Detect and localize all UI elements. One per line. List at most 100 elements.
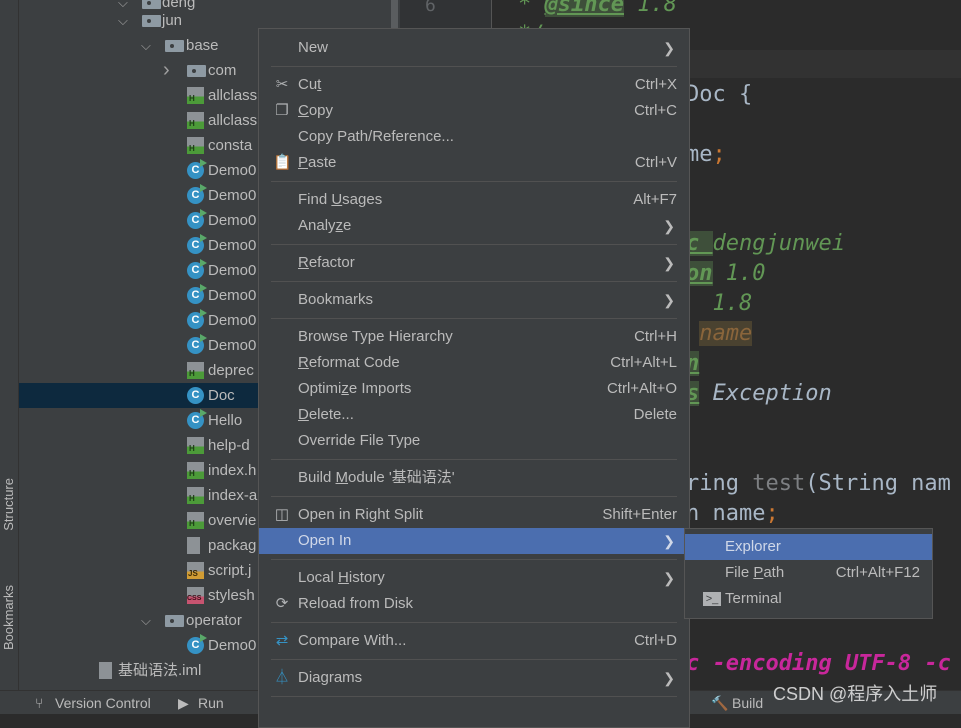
menu-item-label: Cut bbox=[298, 76, 322, 93]
menu-separator bbox=[271, 559, 677, 560]
html-file-icon: H bbox=[187, 437, 204, 454]
menu-item-local-history[interactable]: Local HistoryLocal H❯ bbox=[259, 565, 689, 591]
menu-item-new[interactable]: New ❯ bbox=[259, 35, 689, 61]
menu-item-copy-path-reference[interactable]: Copy Path/Reference... bbox=[259, 124, 689, 150]
bookmarks-tool-button[interactable]: Bookmarks bbox=[1, 585, 16, 650]
hammer-icon: 🔨 bbox=[711, 695, 729, 711]
code-token: 1.0 bbox=[712, 261, 766, 286]
chevron-down-icon[interactable]: ⌵ bbox=[118, 8, 128, 33]
html-file-icon: H bbox=[187, 112, 204, 129]
compare-icon: ⇄ bbox=[275, 632, 289, 649]
html-file-icon: H bbox=[187, 487, 204, 504]
code-line: ring test(String nam bbox=[686, 469, 951, 499]
terminal-icon: >_ bbox=[703, 592, 721, 606]
js-file-icon: JS bbox=[187, 562, 204, 579]
menu-item-paste[interactable]: 📋PastePCtrl+V bbox=[259, 150, 689, 176]
menu-item-compare-with[interactable]: ⇄ Compare With... Ctrl+D bbox=[259, 628, 689, 654]
chevron-right-icon: ❯ bbox=[663, 570, 675, 586]
chevron-right-icon: ❯ bbox=[663, 670, 675, 686]
code-token: (String nam bbox=[805, 471, 951, 496]
menu-separator bbox=[271, 459, 677, 460]
run-file-icon: C bbox=[187, 209, 207, 229]
menu-item-terminal[interactable]: >_ Terminal bbox=[685, 586, 932, 612]
shortcut-label: Ctrl+X bbox=[634, 76, 677, 93]
tree-item-label: consta bbox=[208, 137, 253, 154]
tree-item-label: operator bbox=[186, 612, 242, 629]
run-icon: ▶ bbox=[178, 695, 189, 711]
html-file-icon: H bbox=[187, 137, 204, 154]
menu-item-analyze[interactable]: AnalyzeAnalyz❯ bbox=[259, 213, 689, 239]
code-line: name bbox=[686, 319, 753, 349]
build-tab[interactable]: Build bbox=[732, 695, 763, 711]
tool-window-strip: Structure Bookmarks bbox=[0, 0, 19, 690]
tree-item-label: deprec bbox=[208, 362, 254, 379]
menu-item-label: Browse Type Hierarchy bbox=[298, 328, 453, 345]
menu-item-build-module[interactable]: Build Module '基础语法'Build M bbox=[259, 465, 689, 491]
menu-item-copy[interactable]: ❐CopyCCtrl+C bbox=[259, 98, 689, 124]
run-file-icon: C bbox=[187, 259, 207, 279]
menu-separator bbox=[271, 659, 677, 660]
scissors-icon: ✂ bbox=[275, 76, 289, 93]
tree-item-label: index-a bbox=[208, 487, 258, 504]
menu-item-find-usages[interactable]: Find UsagesFind UAlt+F7 bbox=[259, 187, 689, 213]
menu-item-optimize-imports[interactable]: Optimize ImportsOptimizCtrl+Alt+O bbox=[259, 376, 689, 402]
tree-item-label: Demo0 bbox=[208, 262, 257, 279]
menu-item-override-file-type[interactable]: Override File Type bbox=[259, 428, 689, 454]
menu-item-bookmarks[interactable]: Bookmarks ❯ bbox=[259, 287, 689, 313]
tree-item-label: Demo0 bbox=[208, 637, 257, 654]
run-tab[interactable]: Run bbox=[198, 695, 224, 711]
menu-item-diagrams[interactable]: ⏃ Diagrams ❯ bbox=[259, 665, 689, 691]
folder-file-icon bbox=[187, 65, 206, 77]
code-token: n name bbox=[686, 501, 766, 526]
menu-item-label: Bookmarks bbox=[298, 291, 374, 308]
shortcut-label: Ctrl+Alt+L bbox=[610, 354, 677, 371]
tree-item-label: allclass bbox=[208, 112, 258, 129]
watermark: CSDN @程序入土师 bbox=[773, 684, 938, 704]
menu-item-cut[interactable]: ✂CutCutCtrl+X bbox=[259, 72, 689, 98]
code-token: ; bbox=[712, 142, 726, 167]
chevron-right-icon: ❯ bbox=[663, 292, 675, 308]
menu-item-label: Build Module '基础语法' bbox=[298, 469, 455, 486]
code-token: name bbox=[699, 321, 753, 346]
tree-item-label: Demo0 bbox=[208, 287, 257, 304]
structure-tool-button[interactable]: Structure bbox=[1, 478, 16, 531]
menu-item-file-path[interactable]: File PathFile PCtrl+Alt+F12 bbox=[685, 560, 932, 586]
menu-item-refactor[interactable]: RefactorR❯ bbox=[259, 250, 689, 276]
css-file-icon: CSS bbox=[187, 587, 204, 604]
chevron-right-icon: ❯ bbox=[663, 533, 675, 549]
code-line: * @since 1.8 bbox=[518, 0, 677, 20]
menu-item-open-in-right-split[interactable]: ◫ Open in Right Split Shift+Enter bbox=[259, 502, 689, 528]
chevron-right-icon: ❯ bbox=[663, 40, 675, 56]
menu-item-label: File Path bbox=[725, 564, 785, 581]
menu-item-reformat-code[interactable]: Reformat CodeRCtrl+Alt+L bbox=[259, 350, 689, 376]
code-line: Doc { bbox=[686, 80, 752, 110]
code-token: Doc { bbox=[686, 82, 753, 107]
chevron-down-icon[interactable]: ⌵ bbox=[141, 608, 151, 633]
run-file-icon: C bbox=[187, 159, 207, 179]
code-line: s Exception bbox=[686, 379, 832, 409]
code-line: on 1.0 bbox=[686, 259, 765, 289]
menu-item-label: Explorer bbox=[725, 538, 781, 555]
menu-item-reload-from-disk[interactable]: ⟳ Reload from Disk bbox=[259, 591, 689, 617]
menu-item-label: Compare With... bbox=[298, 632, 407, 649]
chevron-down-icon[interactable]: ⌵ bbox=[141, 33, 151, 58]
copy-icon: ❐ bbox=[275, 102, 289, 119]
menu-item-label: New bbox=[298, 39, 329, 56]
tree-item-label: com bbox=[208, 62, 237, 79]
shortcut-label: Ctrl+D bbox=[634, 632, 677, 649]
html-file-icon: H bbox=[187, 362, 204, 379]
shortcut-label: Alt+F7 bbox=[633, 191, 677, 208]
menu-item-delete[interactable]: Delete...DDelete bbox=[259, 402, 689, 428]
tree-item-label: base bbox=[186, 37, 219, 54]
menu-item-browse-type-hierarchy[interactable]: Browse Type Hierarchy Ctrl+H bbox=[259, 324, 689, 350]
menu-item-label: Reload from Disk bbox=[298, 595, 414, 612]
code-token: 1.8 bbox=[686, 291, 753, 316]
menu-item-open-in[interactable]: Open In ❯ bbox=[259, 528, 689, 554]
version-control-tab[interactable]: Version Control bbox=[55, 695, 151, 711]
menu-separator bbox=[271, 66, 677, 67]
menu-separator bbox=[271, 622, 677, 623]
run-file-icon: C bbox=[187, 184, 207, 204]
code-line: c -encoding UTF-8 -c bbox=[686, 649, 951, 679]
menu-item-explorer[interactable]: Explorer bbox=[685, 534, 932, 560]
chevron-right-icon[interactable]: › bbox=[163, 58, 170, 83]
